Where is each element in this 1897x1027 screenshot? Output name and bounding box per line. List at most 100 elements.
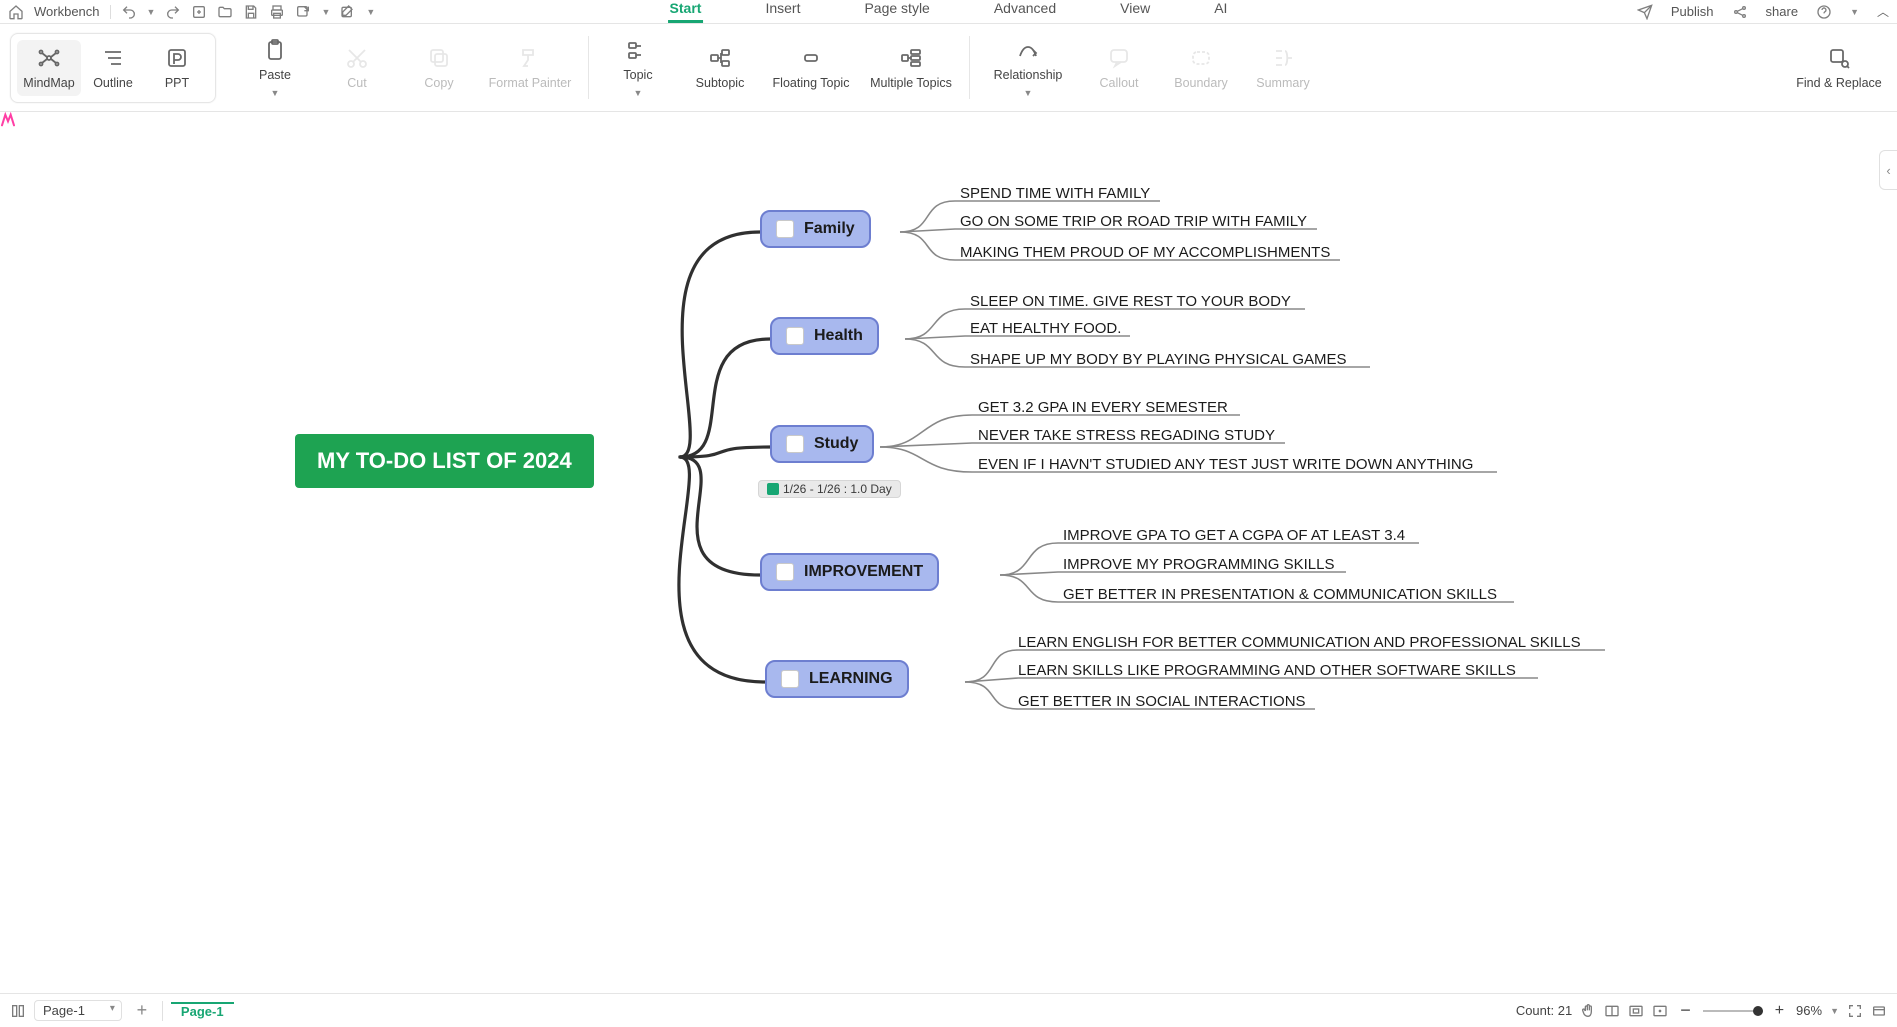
leaf[interactable]: GO ON SOME TRIP OR ROAD TRIP WITH FAMILY [960,213,1307,230]
checkbox-icon[interactable] [786,327,804,345]
leaf[interactable]: SHAPE UP MY BODY BY PLAYING PHYSICAL GAM… [970,351,1347,368]
zoom-out-button[interactable]: − [1676,1000,1695,1021]
boundary-button[interactable]: Boundary [1162,46,1240,90]
format-painter-label: Format Painter [489,76,572,90]
help-dropdown[interactable]: ▼ [1850,7,1859,17]
new-file-icon[interactable] [191,4,207,20]
topic-dropdown[interactable]: ▼ [634,88,643,98]
leaf[interactable]: SPEND TIME WITH FAMILY [960,185,1150,202]
copy-label: Copy [424,76,453,90]
mindmap-canvas[interactable]: MY TO-DO LIST OF 2024 Family Health Stud… [0,112,1897,993]
leaf[interactable]: SLEEP ON TIME. GIVE REST TO YOUR BODY [970,293,1291,310]
zoom-value[interactable]: 96% [1796,1003,1822,1018]
save-icon[interactable] [243,4,259,20]
leaf[interactable]: GET BETTER IN SOCIAL INTERACTIONS [1018,693,1306,710]
view-ppt[interactable]: PPT [145,40,209,96]
view-mode-group: MindMap Outline PPT [10,33,216,103]
more-dropdown[interactable]: ▼ [366,7,375,17]
branch-learning[interactable]: LEARNING [765,660,909,698]
checkbox-icon[interactable] [781,670,799,688]
print-icon[interactable] [269,4,285,20]
leaf[interactable]: GET BETTER IN PRESENTATION & COMMUNICATI… [1063,586,1497,603]
relationship-dropdown[interactable]: ▼ [1024,88,1033,98]
leaf[interactable]: IMPROVE MY PROGRAMMING SKILLS [1063,556,1334,573]
branch-improvement[interactable]: IMPROVEMENT [760,553,939,591]
branch-label: Health [814,327,863,345]
undo-icon[interactable] [121,4,137,20]
share-icon[interactable] [1732,4,1748,20]
page-tab[interactable]: Page-1 [171,1002,234,1019]
leaf[interactable]: GET 3.2 GPA IN EVERY SEMESTER [978,399,1228,416]
help-icon[interactable] [1816,4,1832,20]
callout-button[interactable]: Callout [1080,46,1158,90]
add-page-button[interactable]: + [130,999,154,1023]
leaf[interactable]: LEARN ENGLISH FOR BETTER COMMUNICATION A… [1018,634,1581,651]
leaf[interactable]: MAKING THEM PROUD OF MY ACCOMPLISHMENTS [960,244,1330,261]
topic-button[interactable]: Topic ▼ [599,38,677,98]
fullscreen-icon[interactable] [1847,1003,1863,1019]
export-dropdown[interactable]: ▼ [321,7,330,17]
paste-dropdown[interactable]: ▼ [271,88,280,98]
collapse-ribbon-icon[interactable]: ︿ [1877,3,1889,20]
checkbox-icon[interactable] [776,563,794,581]
tab-view[interactable]: View [1118,0,1152,23]
redo-icon[interactable] [165,4,181,20]
tab-ai[interactable]: AI [1212,0,1229,23]
view-mindmap[interactable]: MindMap [17,40,81,96]
share-label[interactable]: share [1766,4,1799,19]
tab-advanced[interactable]: Advanced [992,0,1058,23]
branch-family[interactable]: Family [760,210,871,248]
open-folder-icon[interactable] [217,4,233,20]
leaf[interactable]: LEARN SKILLS LIKE PROGRAMMING AND OTHER … [1018,662,1516,679]
zoom-in-button[interactable]: + [1771,1002,1788,1020]
tab-pagestyle[interactable]: Page style [862,0,931,23]
leaf[interactable]: EVEN IF I HAVN'T STUDIED ANY TEST JUST W… [978,456,1473,473]
branch-label: IMPROVEMENT [804,563,923,581]
edit-icon[interactable] [340,4,356,20]
topic-label: Topic [623,68,652,82]
center-view-icon[interactable] [1652,1003,1668,1019]
floating-topic-button[interactable]: Floating Topic [763,46,859,90]
leaf[interactable]: IMPROVE GPA TO GET A CGPA OF AT LEAST 3.… [1063,527,1405,544]
branch-health[interactable]: Health [770,317,879,355]
format-painter-button[interactable]: Format Painter [482,46,578,90]
overview-icon[interactable] [1871,1003,1887,1019]
relationship-button[interactable]: Relationship ▼ [980,38,1076,98]
branch-study[interactable]: Study [770,425,874,463]
date-tag-text: 1/26 - 1/26 : 1.0 Day [783,482,892,496]
tab-start[interactable]: Start [668,0,704,23]
undo-dropdown[interactable]: ▼ [147,7,156,17]
view-mindmap-label: MindMap [23,76,74,90]
zoom-slider[interactable] [1703,1010,1763,1012]
page-selector[interactable]: Page-1 [34,1000,122,1021]
cut-button[interactable]: Cut [318,46,396,90]
paste-button[interactable]: Paste ▼ [236,38,314,98]
export-icon[interactable] [295,4,311,20]
pages-panel-icon[interactable] [10,1003,26,1019]
checkbox-icon[interactable] [786,435,804,453]
mindmap-icon [37,46,61,70]
zoom-dropdown[interactable]: ▼ [1830,1006,1839,1016]
summary-button[interactable]: Summary [1244,46,1322,90]
publish-icon[interactable] [1637,4,1653,20]
side-panel-toggle[interactable]: ‹ [1879,150,1897,190]
study-date-tag[interactable]: 1/26 - 1/26 : 1.0 Day [758,480,901,498]
multiple-topics-button[interactable]: Multiple Topics [863,46,959,90]
checkbox-icon[interactable] [776,220,794,238]
relationship-icon [1016,38,1040,62]
view-ppt-label: PPT [165,76,189,90]
workbench-label[interactable]: Workbench [34,4,100,19]
tab-insert[interactable]: Insert [763,0,802,23]
root-node[interactable]: MY TO-DO LIST OF 2024 [295,434,594,488]
leaf[interactable]: EAT HEALTHY FOOD. [970,320,1121,337]
find-replace-button[interactable]: Find & Replace [1791,46,1887,90]
split-view-icon[interactable] [1604,1003,1620,1019]
fit-page-icon[interactable] [1628,1003,1644,1019]
copy-button[interactable]: Copy [400,46,478,90]
view-outline[interactable]: Outline [81,40,145,96]
subtopic-button[interactable]: Subtopic [681,46,759,90]
hand-tool-icon[interactable] [1580,1003,1596,1019]
leaf[interactable]: NEVER TAKE STRESS REGADING STUDY [978,427,1275,444]
publish-label[interactable]: Publish [1671,4,1714,19]
home-icon[interactable] [8,4,24,20]
